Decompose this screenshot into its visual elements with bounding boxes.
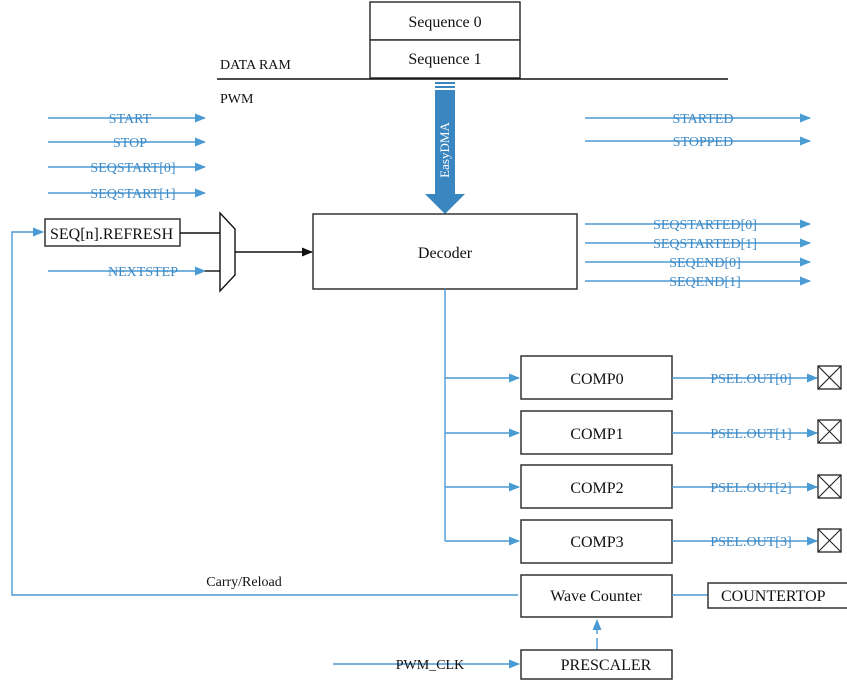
task-stop: STOP	[48, 136, 207, 151]
pwm-label: PWM	[220, 92, 254, 107]
pwm-clk-input: PWM_CLK	[333, 658, 521, 673]
psel-out-0-label: PSEL.OUT[0]	[710, 372, 791, 387]
carry-reload-label: Carry/Reload	[206, 575, 281, 590]
multiplexer	[219, 211, 236, 293]
task-stop-label: STOP	[113, 136, 147, 151]
task-nextstep: NEXTSTEP	[48, 265, 207, 280]
seq-refresh-box: SEQ[n].REFRESH	[44, 218, 181, 247]
easydma-arrow: EasyDMA	[425, 82, 465, 214]
output-pin-2-icon	[817, 474, 842, 499]
event-started-label: STARTED	[672, 112, 733, 127]
event-seqend-1: SEQEND[1]	[585, 275, 812, 290]
output-pin-0-icon	[817, 365, 842, 390]
task-start: START	[48, 112, 207, 127]
pwm-block-diagram: Sequence 0 Sequence 1 DATA RAM PWM EasyD…	[11, 1, 847, 680]
task-seqstart-0: SEQSTART[0]	[48, 161, 207, 176]
comp1-block: COMP1 PSEL.OUT[1]	[445, 410, 842, 455]
data-ram-label: DATA RAM	[220, 58, 291, 73]
sequence-1-label: Sequence 1	[408, 51, 481, 68]
seq-refresh-label: SEQ[n].REFRESH	[50, 226, 174, 243]
countertop-label: COUNTERTOP	[721, 588, 826, 605]
prescaler-label: PRESCALER	[561, 657, 652, 674]
sequence-0-box: Sequence 0	[369, 1, 521, 41]
psel-out-1-label: PSEL.OUT[1]	[710, 427, 791, 442]
event-stopped-label: STOPPED	[673, 135, 733, 150]
event-seqstarted-0: SEQSTARTED[0]	[585, 218, 812, 233]
task-seqstart-0-label: SEQSTART[0]	[90, 161, 175, 176]
task-seqstart-1-label: SEQSTART[1]	[90, 187, 175, 202]
comp3-label: COMP3	[570, 534, 623, 551]
comp1-label: COMP1	[570, 426, 623, 443]
output-pin-1-icon	[817, 419, 842, 444]
task-start-label: START	[109, 112, 152, 127]
event-seqstarted-0-label: SEQSTARTED[0]	[653, 218, 757, 233]
event-seqend-1-label: SEQEND[1]	[669, 275, 741, 290]
psel-out-3-label: PSEL.OUT[3]	[710, 535, 791, 550]
prescaler-box: PRESCALER	[520, 649, 673, 680]
comp0-label: COMP0	[570, 371, 623, 388]
sequence-1-box: Sequence 1	[369, 39, 521, 79]
decoder-box: Decoder	[312, 213, 578, 290]
task-nextstep-label: NEXTSTEP	[108, 265, 178, 280]
task-seqstart-1: SEQSTART[1]	[48, 187, 207, 202]
event-seqstarted-1: SEQSTARTED[1]	[585, 237, 812, 252]
pwm-clk-label: PWM_CLK	[396, 658, 464, 673]
easydma-label: EasyDMA	[437, 122, 452, 178]
comp2-block: COMP2 PSEL.OUT[2]	[445, 464, 842, 509]
event-started: STARTED	[585, 112, 812, 127]
event-seqstarted-1-label: SEQSTARTED[1]	[653, 237, 757, 252]
wave-counter-label: Wave Counter	[550, 588, 642, 605]
comp0-block: COMP0 PSEL.OUT[0]	[445, 355, 842, 400]
sequence-0-label: Sequence 0	[408, 14, 481, 31]
event-seqend-0-label: SEQEND[0]	[669, 256, 741, 271]
output-pin-3-icon	[817, 528, 842, 553]
comp2-label: COMP2	[570, 480, 623, 497]
event-seqend-0: SEQEND[0]	[585, 256, 812, 271]
event-stopped: STOPPED	[585, 135, 812, 150]
comp3-block: COMP3 PSEL.OUT[3]	[445, 519, 842, 564]
decoder-label: Decoder	[418, 245, 473, 262]
wave-counter-box: Wave Counter	[520, 574, 673, 618]
psel-out-2-label: PSEL.OUT[2]	[710, 481, 791, 496]
countertop-box: COUNTERTOP	[707, 582, 847, 609]
